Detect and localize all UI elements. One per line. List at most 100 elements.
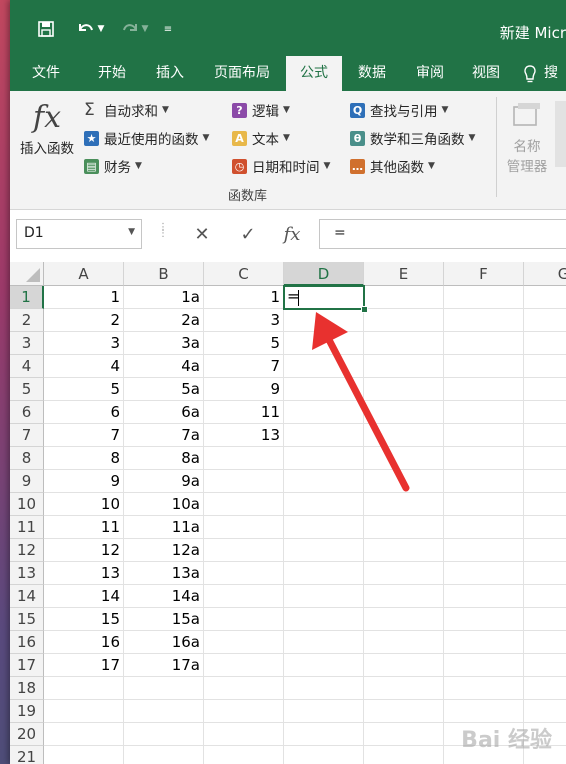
text-button[interactable]: A 文本 ▼ (232, 126, 290, 150)
row-header[interactable]: 15 (10, 608, 44, 631)
table-cell[interactable]: 6 (44, 401, 124, 424)
chevron-down-icon[interactable]: ▼ (128, 227, 135, 237)
table-cell[interactable] (524, 355, 566, 378)
table-cell[interactable] (524, 401, 566, 424)
table-cell[interactable]: 5 (204, 332, 284, 355)
table-cell[interactable] (444, 424, 524, 447)
table-cell[interactable]: 15a (124, 608, 204, 631)
table-cell[interactable] (284, 424, 364, 447)
table-cell[interactable] (284, 723, 364, 746)
table-cell[interactable] (524, 309, 566, 332)
row-header[interactable]: 18 (10, 677, 44, 700)
name-box[interactable]: D1 ▼ (16, 219, 142, 249)
tab-review[interactable]: 审阅 (404, 56, 456, 91)
table-cell[interactable] (444, 654, 524, 677)
table-cell[interactable]: 15 (44, 608, 124, 631)
table-cell[interactable] (524, 493, 566, 516)
table-cell[interactable] (444, 585, 524, 608)
table-cell[interactable] (444, 332, 524, 355)
table-cell[interactable] (364, 493, 444, 516)
table-cell[interactable] (364, 516, 444, 539)
table-cell[interactable] (284, 700, 364, 723)
date-time-button[interactable]: ◷ 日期和时间 ▼ (232, 154, 330, 178)
table-cell[interactable] (524, 516, 566, 539)
table-cell[interactable] (524, 539, 566, 562)
tab-file[interactable]: 文件 (20, 56, 72, 91)
table-cell[interactable] (204, 539, 284, 562)
table-cell[interactable] (284, 516, 364, 539)
table-cell[interactable]: 16a (124, 631, 204, 654)
table-cell[interactable] (124, 723, 204, 746)
table-cell[interactable] (204, 470, 284, 493)
table-cell[interactable]: 4 (44, 355, 124, 378)
table-cell[interactable] (444, 355, 524, 378)
table-cell[interactable]: 10 (44, 493, 124, 516)
row-header[interactable]: 9 (10, 470, 44, 493)
table-cell[interactable] (444, 493, 524, 516)
row-header[interactable]: 10 (10, 493, 44, 516)
table-cell[interactable] (284, 746, 364, 764)
table-cell[interactable] (284, 493, 364, 516)
table-cell[interactable] (444, 309, 524, 332)
row-header[interactable]: 3 (10, 332, 44, 355)
recently-used-button[interactable]: ★ 最近使用的函数 ▼ (84, 126, 209, 150)
row-header[interactable]: 5 (10, 378, 44, 401)
table-cell[interactable]: 17a (124, 654, 204, 677)
table-cell[interactable] (444, 539, 524, 562)
insert-function-button[interactable]: fx 插入函数 (14, 99, 80, 169)
table-cell[interactable]: 17 (44, 654, 124, 677)
table-cell[interactable] (204, 516, 284, 539)
table-cell[interactable] (364, 332, 444, 355)
table-cell[interactable] (364, 401, 444, 424)
table-cell[interactable] (364, 378, 444, 401)
table-cell[interactable] (524, 332, 566, 355)
table-cell[interactable] (364, 286, 444, 309)
math-trig-button[interactable]: θ 数学和三角函数 ▼ (350, 126, 475, 150)
more-functions-button[interactable]: … 其他函数 ▼ (350, 154, 435, 178)
table-cell[interactable] (284, 654, 364, 677)
table-cell[interactable] (284, 332, 364, 355)
table-cell[interactable] (284, 677, 364, 700)
row-header[interactable]: 6 (10, 401, 44, 424)
column-header-b[interactable]: B (124, 262, 204, 286)
row-header[interactable]: 7 (10, 424, 44, 447)
table-cell[interactable]: 8 (44, 447, 124, 470)
column-header-e[interactable]: E (364, 262, 444, 286)
table-cell[interactable] (444, 631, 524, 654)
table-cell[interactable]: 5a (124, 378, 204, 401)
table-cell[interactable] (444, 447, 524, 470)
table-cell[interactable] (364, 746, 444, 764)
save-icon[interactable] (34, 18, 58, 40)
table-cell[interactable] (124, 677, 204, 700)
tab-insert[interactable]: 插入 (144, 56, 196, 91)
row-header[interactable]: 13 (10, 562, 44, 585)
table-cell[interactable] (44, 746, 124, 764)
table-cell[interactable] (284, 378, 364, 401)
table-cell[interactable] (364, 700, 444, 723)
table-cell[interactable]: 12a (124, 539, 204, 562)
table-cell[interactable] (204, 585, 284, 608)
undo-dropdown-icon[interactable]: ▼ (98, 24, 105, 34)
table-cell[interactable] (204, 746, 284, 764)
table-cell[interactable]: 2a (124, 309, 204, 332)
table-cell[interactable] (204, 447, 284, 470)
table-cell[interactable] (204, 723, 284, 746)
table-cell[interactable] (364, 309, 444, 332)
table-cell[interactable] (204, 677, 284, 700)
table-cell[interactable]: 1 (204, 286, 284, 309)
lookup-reference-button[interactable]: Q 查找与引用 ▼ (350, 98, 448, 122)
row-header[interactable]: 16 (10, 631, 44, 654)
table-cell[interactable] (204, 493, 284, 516)
row-header[interactable]: 4 (10, 355, 44, 378)
table-cell[interactable]: 1a (124, 286, 204, 309)
table-cell[interactable] (284, 470, 364, 493)
table-cell[interactable] (284, 631, 364, 654)
table-cell[interactable] (284, 401, 364, 424)
row-header[interactable]: 12 (10, 539, 44, 562)
table-cell[interactable] (44, 677, 124, 700)
table-cell[interactable] (284, 539, 364, 562)
column-header-d[interactable]: D (284, 262, 364, 286)
enter-icon[interactable]: ✓ (236, 224, 260, 245)
table-cell[interactable] (444, 470, 524, 493)
table-cell[interactable] (364, 562, 444, 585)
